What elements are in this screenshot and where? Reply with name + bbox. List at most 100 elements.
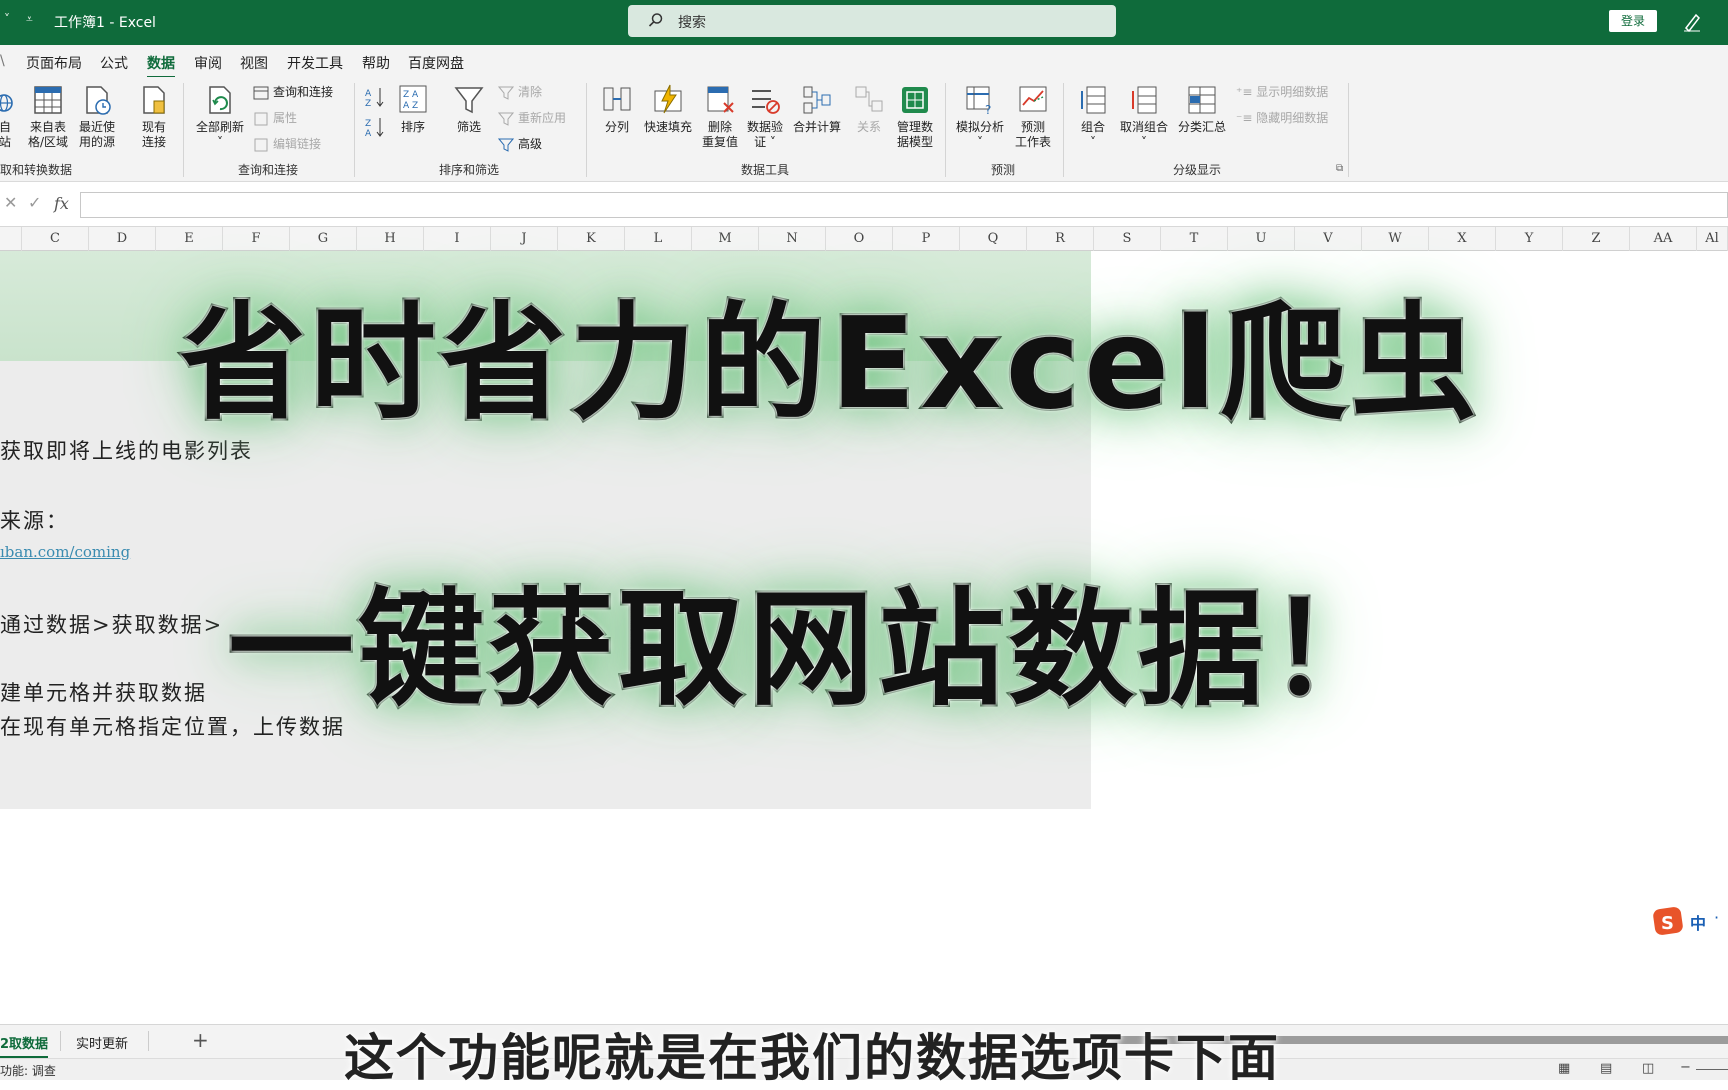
cell-text[interactable]: 通过数据>获取数据> <box>0 609 223 639</box>
column-header[interactable]: AA <box>1630 227 1697 251</box>
tab-help[interactable]: 帮助 <box>362 53 390 73</box>
column-header[interactable]: D <box>89 227 156 251</box>
pen-icon[interactable] <box>1682 10 1702 32</box>
show-detail-button[interactable]: ⁺≡ 显示明细数据 <box>1236 82 1328 102</box>
consolidate-button[interactable]: 合并计算 <box>790 83 844 135</box>
column-header[interactable]: Z <box>1563 227 1630 251</box>
reapply-icon <box>497 112 515 126</box>
tab-formulas[interactable]: 公式 <box>100 53 128 73</box>
ime-indicator[interactable]: S 中 · <box>1652 904 1728 938</box>
cell-link[interactable]: ıban.com/coming <box>0 543 130 561</box>
tab-page-layout[interactable]: 页面布局 <box>26 53 82 73</box>
column-header[interactable]: U <box>1228 227 1295 251</box>
tab-review[interactable]: 审阅 <box>194 53 222 73</box>
column-header[interactable]: C <box>22 227 89 251</box>
remove-duplicates-button[interactable]: 删除 重复值 <box>700 83 740 150</box>
queries-connections-button[interactable]: 查询和连接 <box>253 82 333 102</box>
column-header[interactable]: T <box>1161 227 1228 251</box>
sheet-tab-live-update[interactable]: 实时更新 <box>76 1033 128 1052</box>
sort-desc-button[interactable]: ZA <box>364 115 386 140</box>
column-header[interactable]: O <box>826 227 893 251</box>
add-sheet-button[interactable]: + <box>192 1028 209 1052</box>
column-header[interactable]: P <box>893 227 960 251</box>
sort-button[interactable]: Z AA Z 排序 <box>396 83 430 135</box>
subtotal-button[interactable]: 分类汇总 <box>1175 83 1229 135</box>
cancel-icon[interactable]: ✕ <box>4 193 17 212</box>
consolidate-icon <box>803 86 831 114</box>
manage-data-model-button[interactable]: 管理数 据模型 <box>892 83 938 150</box>
existing-connections-button[interactable]: 现有 连接 <box>136 83 172 150</box>
sort-asc-button[interactable]: AZ <box>364 85 386 110</box>
forecast-sheet-button[interactable]: 预测 工作表 <box>1012 83 1054 150</box>
column-header[interactable]: Al <box>1697 227 1728 251</box>
zoom-out-icon[interactable]: − <box>1680 1060 1691 1075</box>
normal-view-icon[interactable]: ▦ <box>1558 1061 1570 1076</box>
what-if-analysis-button[interactable]: ? 模拟分析 ˅ <box>952 83 1008 150</box>
column-header[interactable]: K <box>558 227 625 251</box>
properties-button[interactable]: 属性 <box>253 108 297 128</box>
tab-data[interactable]: 数据 <box>147 53 175 79</box>
relationships-button[interactable]: 关系 <box>850 83 888 135</box>
insert-function-icon[interactable]: fx <box>54 194 69 213</box>
cell-text[interactable]: 来源： <box>0 505 69 535</box>
chevron-down-icon: ˅ <box>1090 135 1096 149</box>
svg-text:Z: Z <box>365 119 371 129</box>
customize-quick-access-icon[interactable]: ⩡ <box>26 12 33 27</box>
data-validation-button[interactable]: 数据验 证 ˅ <box>744 83 786 150</box>
formula-input[interactable] <box>80 192 1728 218</box>
text-to-columns-button[interactable]: 分列 <box>597 83 637 135</box>
zoom-slider[interactable] <box>1696 1069 1728 1070</box>
column-header[interactable]: F <box>223 227 290 251</box>
column-header[interactable]: S <box>1094 227 1161 251</box>
column-header[interactable]: N <box>759 227 826 251</box>
hide-detail-button[interactable]: ⁻≡ 隐藏明细数据 <box>1236 108 1328 128</box>
column-header[interactable]: Y <box>1496 227 1563 251</box>
edit-links-button[interactable]: 编辑链接 <box>253 134 321 154</box>
tab-baidu-netdisk[interactable]: 百度网盘 <box>408 53 464 73</box>
page-layout-view-icon[interactable]: ▤ <box>1600 1061 1612 1076</box>
forecast-label-2: 工作表 <box>1014 135 1051 149</box>
login-button[interactable]: 登录 <box>1609 10 1657 32</box>
column-header[interactable]: E <box>156 227 223 251</box>
column-header[interactable]: W <box>1362 227 1429 251</box>
tab-view[interactable]: 视图 <box>240 53 268 73</box>
dialog-launcher-icon[interactable]: ⧉ <box>1336 163 1343 174</box>
column-header[interactable]: X <box>1429 227 1496 251</box>
group-button[interactable]: 组合 ˅ <box>1074 83 1112 150</box>
relationships-icon <box>855 86 883 112</box>
page-break-view-icon[interactable]: ◫ <box>1642 1061 1654 1076</box>
column-header[interactable]: M <box>692 227 759 251</box>
existing-connections-icon <box>143 86 165 114</box>
column-header[interactable]: G <box>290 227 357 251</box>
column-header[interactable]: R <box>1027 227 1094 251</box>
text-to-columns-label: 分列 <box>604 120 629 134</box>
sheet-tab-get-data[interactable]: 2取数据 <box>0 1033 49 1059</box>
clear-filter-button[interactable]: 清除 <box>497 82 542 102</box>
reapply-label: 重新应用 <box>518 111 567 125</box>
edit-links-icon <box>254 138 268 151</box>
confirm-icon[interactable]: ✓ <box>28 193 41 212</box>
cell-text[interactable]: 建单元格并获取数据 <box>0 677 207 707</box>
flash-fill-button[interactable]: 快速填充 <box>642 83 694 135</box>
column-header[interactable]: V <box>1295 227 1362 251</box>
reapply-button[interactable]: 重新应用 <box>497 108 567 128</box>
tab-developer[interactable]: 开发工具 <box>287 53 343 73</box>
filter-button[interactable]: 筛选 <box>452 83 486 135</box>
column-header[interactable]: I <box>424 227 491 251</box>
collapse-icon: ⁻≡ <box>1236 111 1257 125</box>
refresh-all-button[interactable]: 全部刷新 ˅ <box>192 83 248 150</box>
chevron-down-icon[interactable]: ˅ <box>4 12 10 26</box>
globe-icon <box>0 94 13 112</box>
ungroup-button[interactable]: 取消组合 ˅ <box>1116 83 1172 150</box>
column-header-partial[interactable] <box>0 227 22 251</box>
from-table-button[interactable]: 来自表 格/区域 <box>25 83 71 150</box>
search-input[interactable]: 搜索 <box>628 5 1116 37</box>
column-header[interactable]: J <box>491 227 558 251</box>
from-web-button[interactable]: 自 站 <box>0 83 16 150</box>
table-icon <box>34 86 62 114</box>
recent-sources-button[interactable]: 最近使 用的源 <box>74 83 120 150</box>
column-header[interactable]: L <box>625 227 692 251</box>
advanced-filter-button[interactable]: 高级 <box>497 134 542 154</box>
column-header[interactable]: Q <box>960 227 1027 251</box>
column-header[interactable]: H <box>357 227 424 251</box>
